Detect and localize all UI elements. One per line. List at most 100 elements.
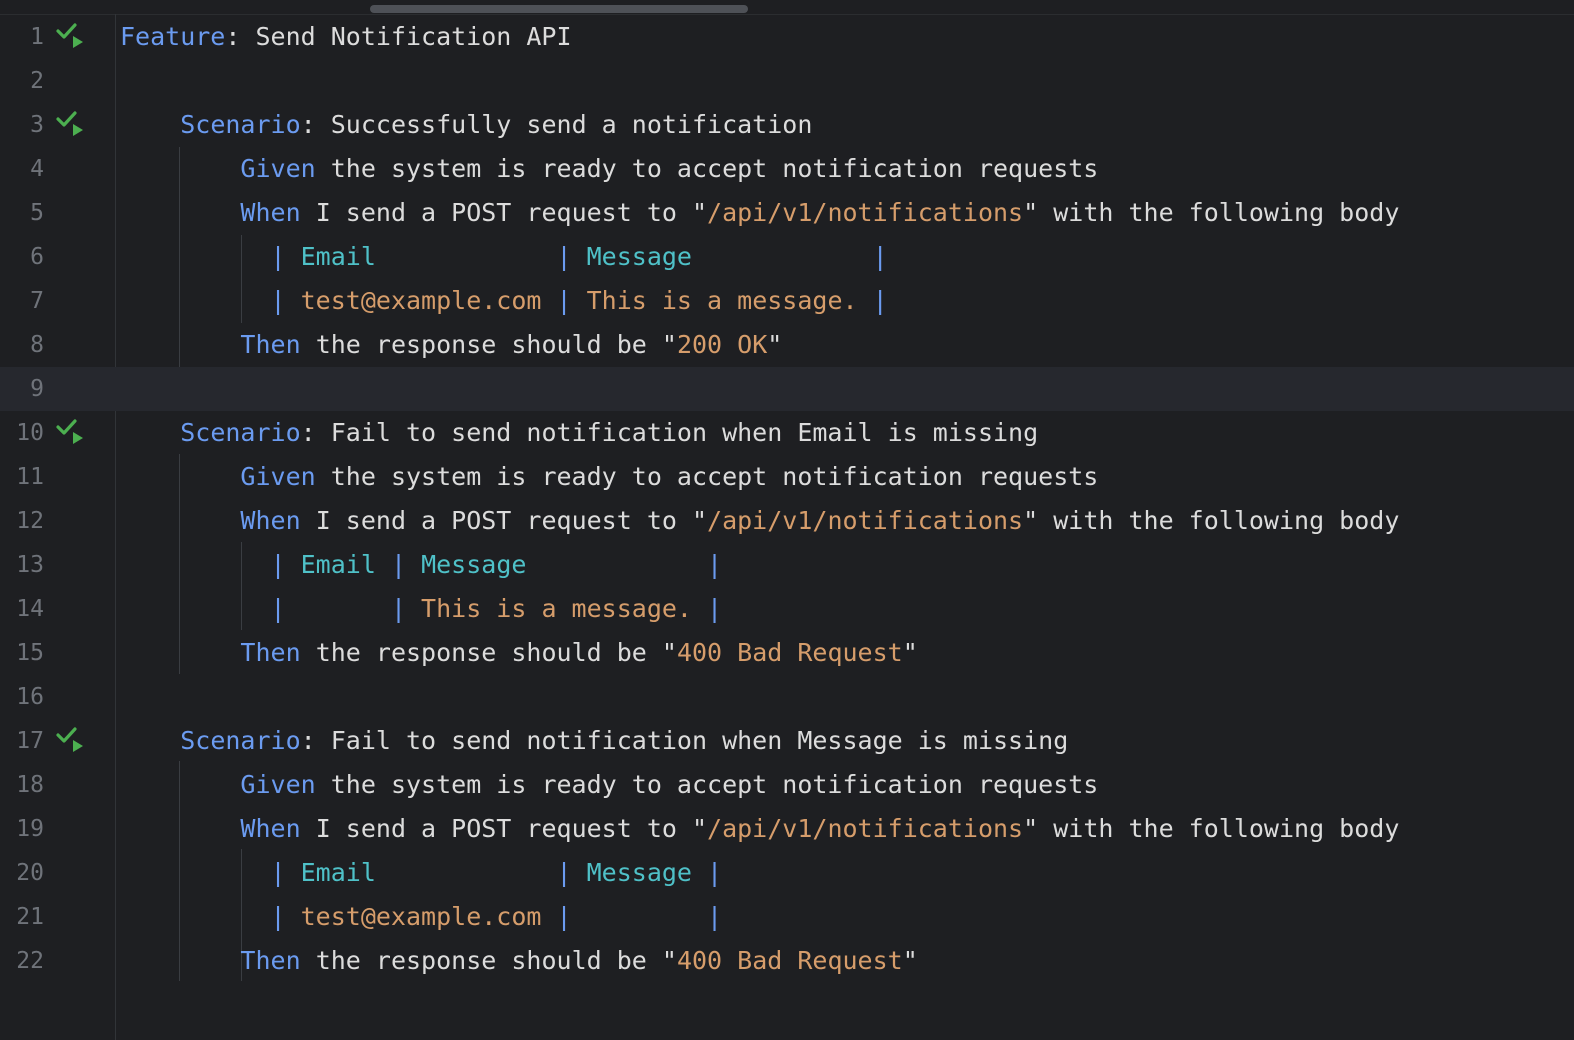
code-line[interactable]: 7 | test@example.com | This is a message… — [0, 279, 1574, 323]
line-number: 3 — [30, 112, 44, 138]
line-number: 11 — [16, 464, 44, 490]
string-literal: 400 Bad Request — [676, 946, 903, 975]
code-line[interactable]: 18 Given the system is ready to accept n… — [0, 763, 1574, 807]
code-text[interactable]: | | This is a message. | — [120, 587, 723, 631]
code-text[interactable]: | Email | Message | — [120, 543, 723, 587]
run-test-check-icon[interactable] — [56, 111, 86, 139]
editor-top-bar — [0, 0, 1574, 15]
code-text[interactable]: Given the system is ready to accept noti… — [120, 147, 1098, 191]
line-number: 12 — [16, 508, 44, 534]
code-line[interactable]: 2 — [0, 59, 1574, 103]
code-text[interactable]: | test@example.com | | — [120, 895, 723, 939]
line-number: 6 — [30, 244, 44, 270]
line-number: 9 — [30, 376, 44, 402]
table-pipe: | — [270, 594, 286, 623]
code-text[interactable]: | Email | Message | — [120, 851, 723, 895]
code-text[interactable]: Scenario: Successfully send a notificati… — [120, 103, 812, 147]
code-line[interactable]: 14 | | This is a message. | — [0, 587, 1574, 631]
code-line[interactable]: 5 When I send a POST request to "/api/v1… — [0, 191, 1574, 235]
line-number: 21 — [16, 904, 44, 930]
horizontal-scrollbar-thumb[interactable] — [370, 5, 748, 13]
line-number: 2 — [30, 68, 44, 94]
line-number: 15 — [16, 640, 44, 666]
gherkin-keyword: Then — [240, 946, 301, 975]
code-token: the response should be " — [300, 638, 677, 667]
code-line[interactable]: 9 — [0, 367, 1574, 411]
code-token: I send a POST request to " — [300, 814, 708, 843]
gherkin-keyword: Scenario — [180, 726, 301, 755]
code-text[interactable]: | test@example.com | This is a message. … — [120, 279, 888, 323]
gherkin-keyword: Then — [240, 638, 301, 667]
code-text[interactable]: Then the response should be "200 OK" — [120, 323, 782, 367]
line-number: 20 — [16, 860, 44, 886]
code-line[interactable]: 21 | test@example.com | | — [0, 895, 1574, 939]
code-text[interactable]: Then the response should be "400 Bad Req… — [120, 939, 918, 983]
code-text[interactable]: When I send a POST request to "/api/v1/n… — [120, 191, 1399, 235]
table-pipe: | — [707, 594, 723, 623]
code-text[interactable]: | Email | Message | — [120, 235, 888, 279]
table-header-cell: Email — [300, 858, 376, 887]
code-line[interactable]: 12 When I send a POST request to "/api/v… — [0, 499, 1574, 543]
code-line[interactable]: 17 Scenario: Fail to send notification w… — [0, 719, 1574, 763]
code-text[interactable]: Given the system is ready to accept noti… — [120, 455, 1098, 499]
line-number: 5 — [30, 200, 44, 226]
line-number: 13 — [16, 552, 44, 578]
code-line[interactable]: 8 Then the response should be "200 OK" — [0, 323, 1574, 367]
code-text[interactable]: Scenario: Fail to send notification when… — [120, 719, 1068, 763]
code-line[interactable]: 11 Given the system is ready to accept n… — [0, 455, 1574, 499]
code-text[interactable]: Feature: Send Notification API — [120, 15, 572, 59]
run-test-check-icon[interactable] — [56, 419, 86, 447]
code-line[interactable]: 3 Scenario: Successfully send a notifica… — [0, 103, 1574, 147]
gherkin-keyword: When — [240, 506, 301, 535]
table-pipe: | — [556, 902, 572, 931]
code-token: the response should be " — [300, 330, 677, 359]
code-line[interactable]: 4 Given the system is ready to accept no… — [0, 147, 1574, 191]
code-line[interactable]: 6 | Email | Message | — [0, 235, 1574, 279]
code-line[interactable]: 15 Then the response should be "400 Bad … — [0, 631, 1574, 675]
code-token: " — [902, 946, 918, 975]
code-line[interactable]: 10 Scenario: Fail to send notification w… — [0, 411, 1574, 455]
code-editor[interactable]: 1 Feature: Send Notification API 2 3 Scenar… — [0, 0, 1574, 1040]
code-line[interactable]: 16 — [0, 675, 1574, 719]
code-line[interactable]: 22 Then the response should be "400 Bad … — [0, 939, 1574, 983]
line-number: 1 — [30, 24, 44, 50]
code-lines: 1 Feature: Send Notification API 2 3 Scenar… — [0, 15, 1574, 983]
gherkin-keyword: Scenario — [180, 418, 301, 447]
line-number: 17 — [16, 728, 44, 754]
table-header-cell: Message — [421, 550, 527, 579]
table-pipe: | — [556, 858, 587, 887]
code-line[interactable]: 13 | Email | Message | — [0, 543, 1574, 587]
code-token: " — [902, 638, 918, 667]
table-pipe: | — [707, 550, 723, 579]
string-literal: 400 Bad Request — [676, 638, 903, 667]
code-text[interactable]: When I send a POST request to "/api/v1/n… — [120, 499, 1399, 543]
line-number: 14 — [16, 596, 44, 622]
code-token: the response should be " — [300, 946, 677, 975]
code-text[interactable]: When I send a POST request to "/api/v1/n… — [120, 807, 1399, 851]
code-line[interactable]: 20 | Email | Message | — [0, 851, 1574, 895]
code-token: " with the following body — [1023, 198, 1400, 227]
run-test-check-icon[interactable] — [56, 23, 86, 51]
code-line[interactable]: 1 Feature: Send Notification API — [0, 15, 1574, 59]
code-text[interactable]: Then the response should be "400 Bad Req… — [120, 631, 918, 675]
code-line[interactable]: 19 When I send a POST request to "/api/v… — [0, 807, 1574, 851]
code-text[interactable]: Scenario: Fail to send notification when… — [120, 411, 1038, 455]
code-text[interactable]: Given the system is ready to accept noti… — [120, 763, 1098, 807]
code-token: " with the following body — [1023, 814, 1400, 843]
code-token: : Fail to send notification when Message… — [300, 726, 1069, 755]
table-pipe: | — [270, 242, 301, 271]
table-header-cell: Message — [586, 858, 692, 887]
table-header-cell: Email — [300, 242, 376, 271]
run-test-check-icon[interactable] — [56, 727, 86, 755]
